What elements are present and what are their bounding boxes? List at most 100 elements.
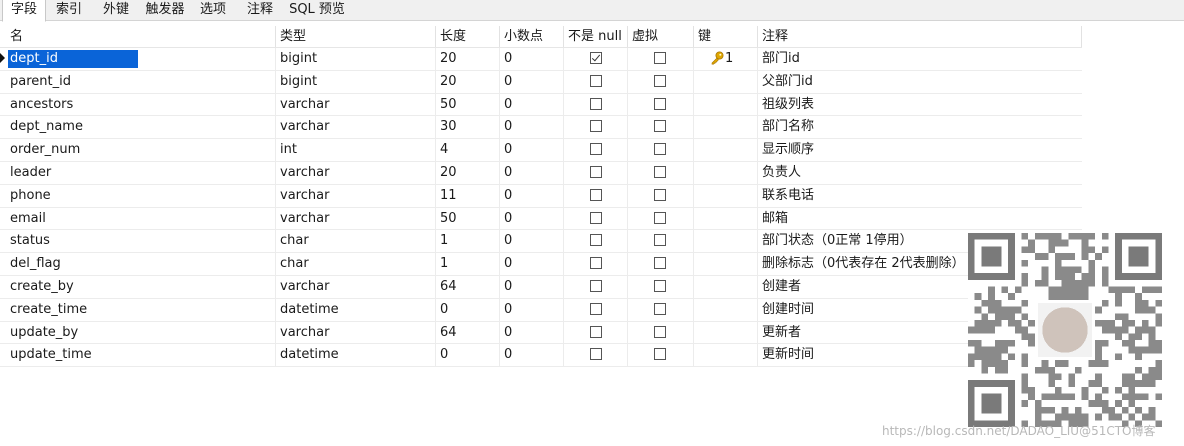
- field-type-cell[interactable]: varchar: [276, 161, 436, 184]
- virtual-checkbox[interactable]: [654, 74, 666, 87]
- field-type-cell[interactable]: varchar: [276, 184, 436, 207]
- not-null-checkbox[interactable]: [590, 97, 602, 110]
- key-cell[interactable]: [694, 161, 758, 184]
- table-row[interactable]: create_by varchar 64 0 创建者: [0, 275, 1082, 299]
- not-null-checkbox[interactable]: [590, 52, 602, 64]
- field-length-cell[interactable]: 11: [436, 184, 500, 207]
- key-cell[interactable]: [694, 93, 758, 116]
- field-length-cell[interactable]: 1: [436, 253, 500, 275]
- key-cell[interactable]: [694, 253, 758, 275]
- table-row[interactable]: dept_id bigint 20 0 1 部门id: [0, 48, 1082, 71]
- tab-1[interactable]: 索引: [48, 0, 90, 20]
- field-type-cell[interactable]: varchar: [276, 207, 436, 230]
- tab-0[interactable]: 字段: [2, 0, 46, 22]
- field-decimals-cell[interactable]: 0: [500, 116, 564, 139]
- field-name-cell[interactable]: create_by: [6, 275, 276, 298]
- table-row[interactable]: parent_id bigint 20 0 父部门id: [0, 70, 1082, 94]
- key-cell[interactable]: [694, 116, 758, 139]
- field-type-cell[interactable]: varchar: [276, 321, 436, 344]
- not-null-checkbox[interactable]: [590, 165, 602, 178]
- field-name-cell[interactable]: parent_id: [6, 70, 276, 93]
- field-type-cell[interactable]: datetime: [276, 344, 436, 367]
- field-type-cell[interactable]: bigint: [276, 48, 436, 70]
- field-type-cell[interactable]: varchar: [276, 275, 436, 298]
- virtual-checkbox[interactable]: [654, 188, 666, 201]
- table-row[interactable]: order_num int 4 0 显示顺序: [0, 139, 1082, 162]
- virtual-checkbox[interactable]: [654, 165, 666, 178]
- field-name-cell[interactable]: phone: [6, 184, 276, 207]
- field-decimals-cell[interactable]: 0: [500, 253, 564, 275]
- virtual-checkbox[interactable]: [654, 348, 666, 361]
- field-type-cell[interactable]: varchar: [276, 116, 436, 139]
- field-decimals-cell[interactable]: 0: [500, 344, 564, 367]
- not-null-checkbox[interactable]: [590, 143, 602, 156]
- field-decimals-cell[interactable]: 0: [500, 93, 564, 116]
- field-name-cell[interactable]: update_time: [6, 344, 276, 367]
- field-decimals-cell[interactable]: 0: [500, 275, 564, 298]
- virtual-checkbox[interactable]: [654, 120, 666, 133]
- key-cell[interactable]: [694, 275, 758, 298]
- field-type-cell[interactable]: int: [276, 139, 436, 161]
- field-type-cell[interactable]: varchar: [276, 93, 436, 116]
- table-row[interactable]: ancestors varchar 50 0 祖级列表: [0, 93, 1082, 117]
- tab-4[interactable]: 选项: [192, 0, 234, 20]
- field-name-cell[interactable]: del_flag: [6, 253, 276, 275]
- field-comment-cell[interactable]: 邮箱: [758, 208, 1082, 230]
- field-comment-cell[interactable]: 祖级列表: [758, 94, 1082, 116]
- key-cell[interactable]: 1: [694, 48, 758, 70]
- field-decimals-cell[interactable]: 0: [500, 321, 564, 344]
- key-cell[interactable]: [694, 321, 758, 344]
- virtual-checkbox[interactable]: [654, 211, 666, 224]
- not-null-checkbox[interactable]: [590, 348, 602, 361]
- header-length[interactable]: 长度: [436, 26, 500, 47]
- table-row[interactable]: update_by varchar 64 0 更新者: [0, 321, 1082, 345]
- field-comment-cell[interactable]: 部门id: [758, 48, 1082, 70]
- field-name-cell[interactable]: leader: [6, 161, 276, 184]
- tab-6[interactable]: SQL 预览: [286, 0, 348, 20]
- not-null-checkbox[interactable]: [590, 234, 602, 247]
- field-length-cell[interactable]: 20: [436, 70, 500, 93]
- field-length-cell[interactable]: 50: [436, 207, 500, 230]
- field-type-cell[interactable]: datetime: [276, 298, 436, 321]
- field-comment-cell[interactable]: 负责人: [758, 162, 1082, 184]
- field-type-cell[interactable]: char: [276, 230, 436, 253]
- field-decimals-cell[interactable]: 0: [500, 207, 564, 230]
- not-null-checkbox[interactable]: [590, 325, 602, 338]
- not-null-checkbox[interactable]: [590, 302, 602, 315]
- header-name[interactable]: 名: [6, 26, 276, 47]
- table-row[interactable]: status char 1 0 部门状态（0正常 1停用）: [0, 230, 1082, 254]
- key-cell[interactable]: [694, 298, 758, 321]
- field-type-cell[interactable]: char: [276, 253, 436, 275]
- field-length-cell[interactable]: 0: [436, 298, 500, 321]
- not-null-checkbox[interactable]: [590, 120, 602, 133]
- field-comment-cell[interactable]: 联系电话: [758, 185, 1082, 207]
- field-name-cell[interactable]: create_time: [6, 298, 276, 321]
- field-type-cell[interactable]: bigint: [276, 70, 436, 93]
- not-null-checkbox[interactable]: [590, 211, 602, 224]
- key-cell[interactable]: [694, 139, 758, 161]
- field-name-cell[interactable]: email: [6, 207, 276, 230]
- field-decimals-cell[interactable]: 0: [500, 298, 564, 321]
- header-not-null[interactable]: 不是 null: [564, 26, 628, 47]
- tab-5[interactable]: 注释: [238, 0, 282, 20]
- field-name-cell[interactable]: ancestors: [6, 93, 276, 116]
- header-virtual[interactable]: 虚拟: [628, 26, 694, 47]
- field-name-cell[interactable]: dept_name: [6, 116, 276, 139]
- key-cell[interactable]: [694, 207, 758, 230]
- header-decimals[interactable]: 小数点: [500, 26, 564, 47]
- table-row[interactable]: del_flag char 1 0 删除标志（0代表存在 2代表删除）: [0, 253, 1082, 276]
- virtual-checkbox[interactable]: [654, 302, 666, 315]
- field-comment-cell[interactable]: 父部门id: [758, 71, 1082, 93]
- field-comment-cell[interactable]: 部门名称: [758, 116, 1082, 138]
- virtual-checkbox[interactable]: [654, 257, 666, 270]
- tab-3[interactable]: 触发器: [142, 0, 188, 20]
- key-cell[interactable]: [694, 184, 758, 207]
- not-null-checkbox[interactable]: [590, 257, 602, 270]
- virtual-checkbox[interactable]: [654, 52, 666, 64]
- not-null-checkbox[interactable]: [590, 279, 602, 292]
- table-row[interactable]: email varchar 50 0 邮箱: [0, 207, 1082, 231]
- virtual-checkbox[interactable]: [654, 325, 666, 338]
- field-length-cell[interactable]: 50: [436, 93, 500, 116]
- field-length-cell[interactable]: 4: [436, 139, 500, 161]
- field-decimals-cell[interactable]: 0: [500, 184, 564, 207]
